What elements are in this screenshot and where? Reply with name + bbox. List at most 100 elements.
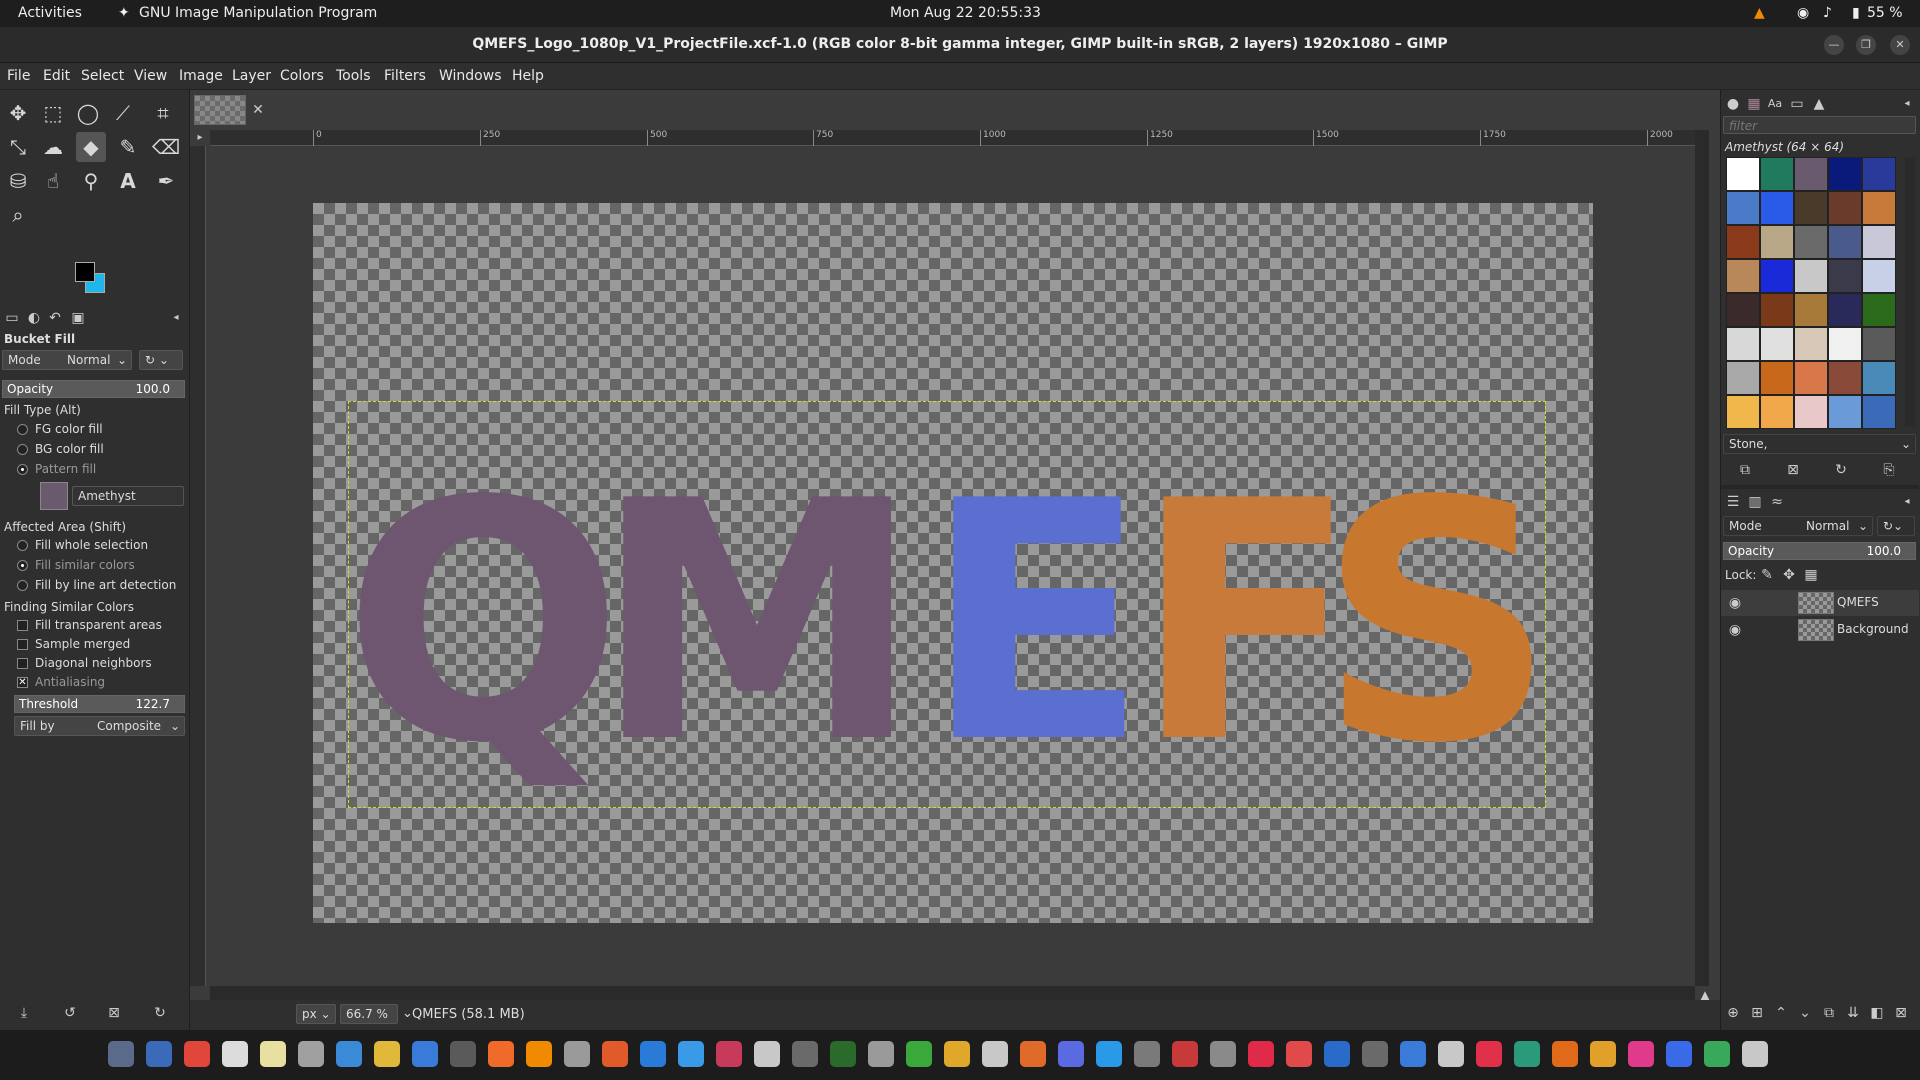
panel-menu-icon[interactable]: ◂: [1897, 492, 1917, 512]
paintbrush-tool-icon[interactable]: ✎: [113, 132, 143, 162]
undo-history-tab-icon[interactable]: ↶: [45, 308, 65, 328]
threshold-slider[interactable]: Threshold 122.7: [14, 695, 185, 713]
menu-view[interactable]: View: [134, 68, 167, 84]
foreground-color-swatch[interactable]: [75, 262, 95, 282]
menu-file[interactable]: File: [7, 68, 30, 84]
pattern-swatch[interactable]: [1726, 157, 1760, 191]
pattern-tag-dropdown[interactable]: Stone, ⌄: [1723, 434, 1916, 454]
pattern-swatch[interactable]: [1794, 395, 1828, 429]
pattern-swatch[interactable]: [1828, 361, 1862, 395]
image-tab-thumbnail[interactable]: [194, 95, 246, 125]
bg-color-fill-label[interactable]: BG color fill: [35, 442, 104, 456]
pattern-swatch[interactable]: [1760, 259, 1794, 293]
duplicate-layer-icon[interactable]: ⧉: [1819, 1003, 1839, 1023]
scale-tool-icon[interactable]: ⤡: [3, 132, 33, 162]
tool-options-tab-icon[interactable]: ▭: [2, 308, 22, 328]
taskbar-app-icon[interactable]: [1666, 1041, 1692, 1067]
delete-layer-icon[interactable]: ⊠: [1891, 1003, 1911, 1023]
menu-colors[interactable]: Colors: [280, 68, 324, 84]
pattern-swatch[interactable]: [1862, 191, 1896, 225]
pattern-swatch[interactable]: [1862, 225, 1896, 259]
pattern-swatch[interactable]: [1760, 225, 1794, 259]
pattern-swatch[interactable]: [1726, 361, 1760, 395]
smudge-tool-icon[interactable]: ☝: [38, 166, 68, 196]
pattern-swatch[interactable]: [1760, 361, 1794, 395]
taskbar-app-icon[interactable]: [1134, 1041, 1160, 1067]
taskbar-app-icon[interactable]: [1172, 1041, 1198, 1067]
taskbar-app-icon[interactable]: [678, 1041, 704, 1067]
lock-pixels-icon[interactable]: ✎: [1757, 565, 1777, 585]
pattern-swatch[interactable]: [1794, 157, 1828, 191]
pattern-swatch[interactable]: [1862, 259, 1896, 293]
battery-icon[interactable]: ▮: [1852, 5, 1860, 21]
opacity-slider[interactable]: Opacity 100.0: [2, 380, 185, 398]
close-button[interactable]: ✕: [1890, 35, 1910, 55]
eraser-tool-icon[interactable]: ⌫: [151, 132, 181, 162]
taskbar-app-icon[interactable]: [488, 1041, 514, 1067]
dynamics-tab-icon[interactable]: ▲: [1809, 94, 1829, 114]
taskbar-app-icon[interactable]: [1058, 1041, 1084, 1067]
taskbar-app-icon[interactable]: [336, 1041, 362, 1067]
new-layer-group-icon[interactable]: ⊞: [1747, 1003, 1767, 1023]
sample-merged-label[interactable]: Sample merged: [35, 637, 130, 651]
volume-icon[interactable]: ♪: [1823, 5, 1832, 21]
pattern-swatch[interactable]: [1726, 293, 1760, 327]
antialiasing-checkbox[interactable]: ✕: [17, 677, 28, 688]
fill-transparent-checkbox[interactable]: [17, 620, 28, 631]
pattern-swatch[interactable]: [1794, 225, 1828, 259]
taskbar-app-icon[interactable]: [640, 1041, 666, 1067]
reset-mode-button[interactable]: ↻ ⌄: [139, 350, 183, 370]
pattern-fill-label[interactable]: Pattern fill: [35, 462, 96, 476]
taskbar-app-icon[interactable]: [1476, 1041, 1502, 1067]
vertical-ruler[interactable]: [190, 146, 206, 986]
pattern-swatch[interactable]: [1760, 157, 1794, 191]
panel-menu-icon[interactable]: ◂: [166, 308, 186, 328]
layer-mode-dropdown[interactable]: Mode Normal ⌄: [1723, 516, 1873, 536]
paths-tab-icon[interactable]: ≈: [1767, 492, 1787, 512]
fill-similar-colors-radio[interactable]: [17, 560, 28, 571]
new-layer-icon[interactable]: ⊕: [1723, 1003, 1743, 1023]
pattern-swatch[interactable]: [1862, 361, 1896, 395]
pattern-swatch[interactable]: [1726, 395, 1760, 429]
menu-filters[interactable]: Filters: [384, 68, 426, 84]
layers-tab-icon[interactable]: ☰: [1723, 492, 1743, 512]
fill-transparent-label[interactable]: Fill transparent areas: [35, 618, 162, 632]
menu-tools[interactable]: Tools: [336, 68, 371, 84]
pattern-swatch[interactable]: [1794, 361, 1828, 395]
delete-options-icon[interactable]: ⊠: [104, 1003, 124, 1023]
taskbar-app-icon[interactable]: [1286, 1041, 1312, 1067]
menu-help[interactable]: Help: [512, 68, 544, 84]
taskbar-app-icon[interactable]: [906, 1041, 932, 1067]
bg-color-fill-radio[interactable]: [17, 444, 28, 455]
taskbar-app-icon[interactable]: [1628, 1041, 1654, 1067]
fill-whole-selection-label[interactable]: Fill whole selection: [35, 538, 148, 552]
move-tool-icon[interactable]: ✥: [3, 98, 33, 128]
pattern-scrollbar[interactable]: [1905, 157, 1915, 427]
pattern-swatch[interactable]: [1760, 293, 1794, 327]
layer-mode-reset-button[interactable]: ↻⌄: [1877, 516, 1915, 536]
fill-line-art-radio[interactable]: [17, 580, 28, 591]
pattern-swatch[interactable]: [1726, 259, 1760, 293]
fill-whole-selection-radio[interactable]: [17, 540, 28, 551]
fill-similar-colors-label[interactable]: Fill similar colors: [35, 558, 135, 572]
taskbar-app-icon[interactable]: [412, 1041, 438, 1067]
lower-layer-icon[interactable]: ⌄: [1795, 1003, 1815, 1023]
taskbar-app-icon[interactable]: [1514, 1041, 1540, 1067]
menu-select[interactable]: Select: [81, 68, 124, 84]
taskbar-app-icon[interactable]: [1020, 1041, 1046, 1067]
layer-row-background[interactable]: ◉ Background: [1721, 617, 1919, 643]
menu-image[interactable]: Image: [179, 68, 223, 84]
taskbar-app-icon[interactable]: [222, 1041, 248, 1067]
wifi-icon[interactable]: ◉: [1797, 5, 1809, 21]
merge-layer-icon[interactable]: ⇊: [1843, 1003, 1863, 1023]
taskbar-app-icon[interactable]: [1704, 1041, 1730, 1067]
taskbar-app-icon[interactable]: [830, 1041, 856, 1067]
maximize-button[interactable]: ❐: [1856, 35, 1876, 55]
crop-tool-icon[interactable]: ⌗: [148, 98, 178, 128]
taskbar-app-icon[interactable]: [1400, 1041, 1426, 1067]
taskbar-app-icon[interactable]: [450, 1041, 476, 1067]
taskbar-app-icon[interactable]: [374, 1041, 400, 1067]
raise-layer-icon[interactable]: ⌃: [1771, 1003, 1791, 1023]
activities-button[interactable]: Activities: [18, 5, 82, 21]
zoom-tool-icon[interactable]: ⌕: [3, 200, 33, 230]
